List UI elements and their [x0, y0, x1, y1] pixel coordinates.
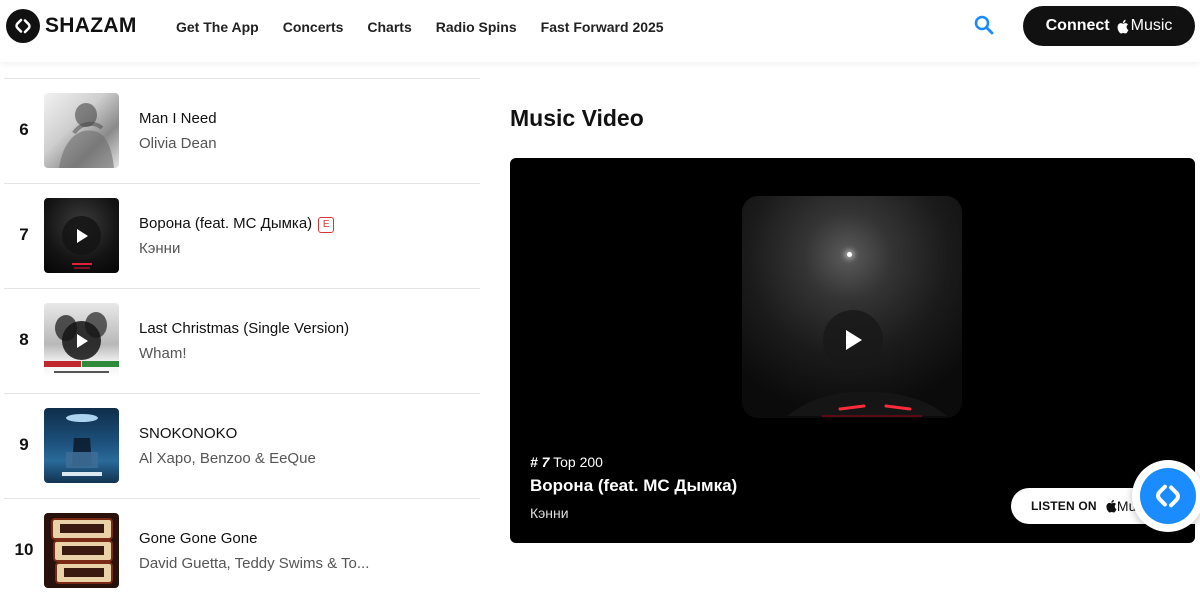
- video-song-title[interactable]: Ворона (feat. MC Дымка): [530, 476, 737, 496]
- play-icon[interactable]: [62, 321, 101, 360]
- video-play-button[interactable]: [823, 310, 883, 370]
- chart-row[interactable]: 6 Man I Need Olivia Dean: [4, 78, 480, 183]
- video-chart-name: Top 200: [553, 454, 603, 470]
- music-video-heading: Music Video: [510, 105, 644, 131]
- chart-rank: 6: [19, 120, 29, 139]
- nav-get-the-app[interactable]: Get The App: [176, 19, 259, 35]
- artist-name[interactable]: David Guetta, Teddy Swims & To...: [139, 555, 369, 572]
- album-cover[interactable]: [44, 513, 119, 588]
- apple-icon: [1117, 19, 1129, 34]
- top-header: SHAZAM Get The App Concerts Charts Radio…: [0, 0, 1200, 62]
- video-chart-position: # 7 Top 200: [530, 454, 603, 470]
- video-artist-name[interactable]: Кэнни: [530, 505, 569, 521]
- video-light: [847, 252, 852, 257]
- chart-rank: 9: [19, 435, 29, 454]
- connect-apple-music-button[interactable]: Connect Music: [1023, 6, 1195, 46]
- chart-row[interactable]: 7 Ворона (feat. MC Дымка) E Кэнни: [4, 183, 480, 288]
- song-title[interactable]: Gone Gone Gone: [139, 530, 257, 547]
- logo-text: SHAZAM: [45, 14, 137, 37]
- shazam-logo[interactable]: SHAZAM: [6, 9, 137, 43]
- chart-list: 6 Man I Need Olivia Dean 7 Ворона (feat.…: [4, 78, 480, 603]
- chart-rank: 8: [19, 330, 29, 349]
- chart-rank: 7: [19, 225, 29, 244]
- apple-music-label: Music: [1130, 17, 1173, 34]
- play-icon[interactable]: [62, 216, 101, 255]
- play-icon: [846, 330, 862, 350]
- song-title-text: Ворона (feat. MC Дымка): [139, 215, 313, 232]
- artist-name[interactable]: Olivia Dean: [139, 135, 217, 152]
- listen-on-label: LISTEN ON: [1031, 499, 1097, 513]
- car-tail-lights: [787, 391, 947, 417]
- apple-icon: [1106, 499, 1117, 513]
- song-title[interactable]: SNOKONOKO: [139, 425, 237, 442]
- song-title[interactable]: Man I Need: [139, 110, 217, 127]
- video-rank: # 7: [530, 454, 550, 470]
- song-title[interactable]: Last Christmas (Single Version): [139, 320, 349, 337]
- nav-concerts[interactable]: Concerts: [283, 19, 344, 35]
- nav-charts[interactable]: Charts: [367, 19, 411, 35]
- artist-name[interactable]: Кэнни: [139, 240, 180, 257]
- shazam-logo-icon: [6, 9, 40, 43]
- apple-music-label-wrap: Music: [1116, 17, 1173, 35]
- video-thumbnail[interactable]: [742, 196, 962, 418]
- artist-name[interactable]: Wham!: [139, 345, 187, 362]
- album-cover[interactable]: [44, 303, 119, 378]
- album-cover[interactable]: [44, 408, 119, 483]
- artist-name[interactable]: Al Xapo, Benzoo & EeQue: [139, 450, 316, 467]
- music-video-player[interactable]: # 7 Top 200 Ворона (feat. MC Дымка) Кэнн…: [510, 158, 1195, 543]
- album-cover[interactable]: [44, 93, 119, 168]
- album-cover[interactable]: [44, 198, 119, 273]
- chart-rank: 10: [14, 540, 34, 559]
- shazam-icon: [1140, 468, 1196, 524]
- main-nav: Get The App Concerts Charts Radio Spins …: [176, 19, 688, 35]
- explicit-badge: E: [318, 217, 335, 233]
- search-icon[interactable]: [973, 14, 997, 38]
- chart-row[interactable]: 10 Gone Gone Gone David Guetta, Teddy Sw…: [4, 498, 480, 603]
- shazam-floating-button[interactable]: [1132, 460, 1200, 532]
- chart-row[interactable]: 9 SNOKONOKO Al Xapo, Benzoo & EeQue: [4, 393, 480, 498]
- connect-label: Connect: [1045, 17, 1110, 34]
- nav-radio-spins[interactable]: Radio Spins: [436, 19, 517, 35]
- nav-fast-forward[interactable]: Fast Forward 2025: [541, 19, 664, 35]
- chart-row[interactable]: 8 Last Christmas (Single Version) Wham!: [4, 288, 480, 393]
- song-title[interactable]: Ворона (feat. MC Дымка) E: [139, 215, 335, 233]
